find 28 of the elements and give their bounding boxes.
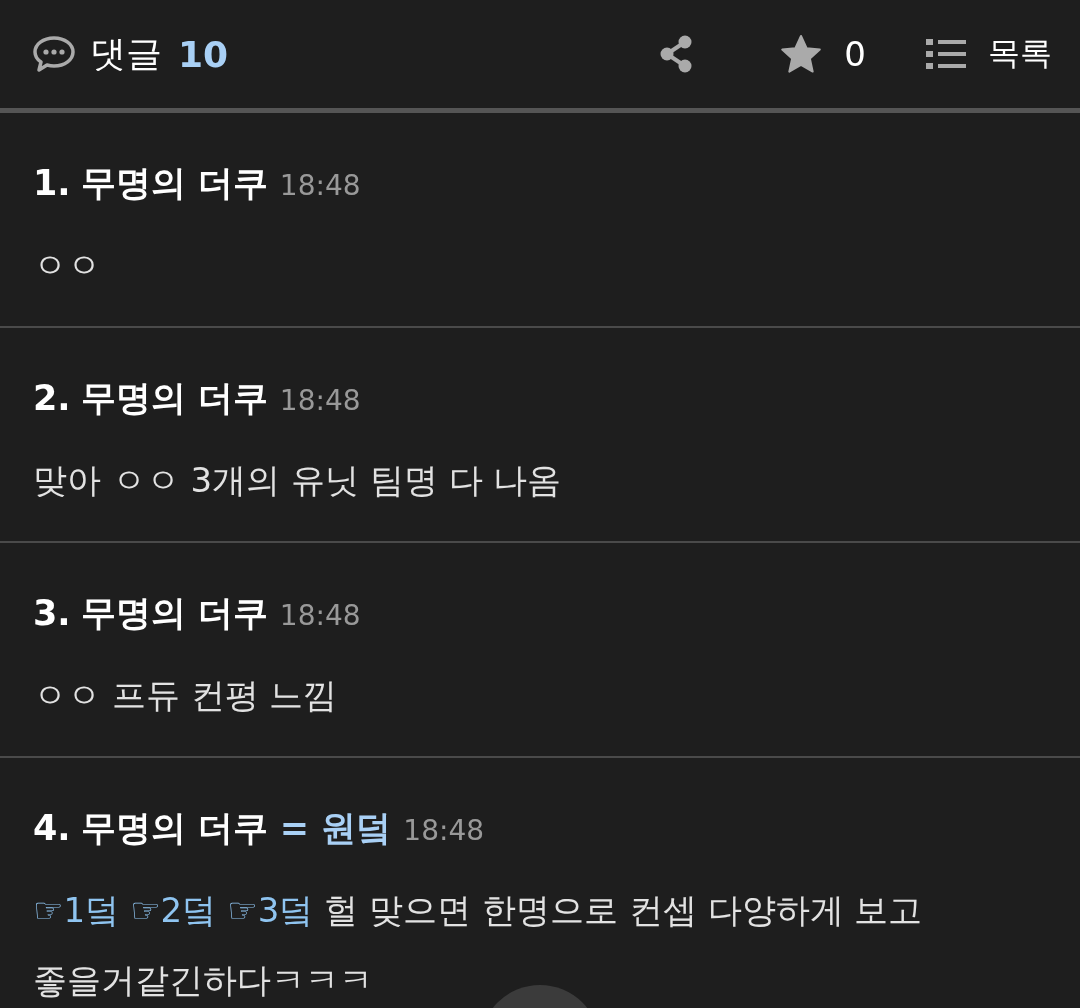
star-icon bbox=[780, 34, 823, 74]
comment-icon bbox=[32, 35, 76, 73]
comment-number: 1. bbox=[33, 162, 71, 205]
comment-time: 18:48 bbox=[403, 813, 485, 849]
star-button[interactable]: 0 bbox=[780, 34, 866, 74]
comment-time: 18:48 bbox=[279, 383, 361, 419]
comment-number: 2. bbox=[33, 377, 71, 420]
comment-text: 헐 맞으면 한명으로 컨셉 다양하게 보고 bbox=[324, 889, 923, 932]
list-button[interactable]: 목록 bbox=[926, 32, 1052, 76]
comment-link[interactable]: ☞1덬 bbox=[33, 875, 120, 945]
comment-time: 18:48 bbox=[279, 598, 361, 634]
comment-text: ㅇㅇ 프듀 컨평 느낌 bbox=[33, 674, 338, 717]
author-name: 무명의 더쿠 bbox=[80, 592, 268, 635]
author-name: 무명의 더쿠 bbox=[80, 377, 268, 420]
author-tag: = 원덬 bbox=[279, 806, 392, 850]
author-name: 무명의 더쿠 bbox=[80, 807, 268, 850]
comment-link[interactable]: ☞3덬 bbox=[227, 875, 314, 945]
list-icon bbox=[926, 38, 966, 70]
comment-number: 3. bbox=[33, 592, 71, 635]
comment-link[interactable]: ☞2덬 bbox=[130, 875, 217, 945]
comment-count: 10 bbox=[178, 33, 229, 75]
comment-text: 좋을거같긴하다ㅋㅋㅋ bbox=[33, 959, 373, 1002]
comment-time: 18:48 bbox=[279, 168, 361, 204]
comment-text: ㅇㅇ bbox=[33, 244, 101, 287]
comment-text: 맞아 ㅇㅇ 3개의 유닛 팀명 다 나옴 bbox=[33, 459, 562, 502]
author-name: 무명의 더쿠 bbox=[80, 162, 268, 205]
comment-number: 4. bbox=[33, 807, 71, 850]
comments-title: 댓글 bbox=[90, 31, 162, 76]
